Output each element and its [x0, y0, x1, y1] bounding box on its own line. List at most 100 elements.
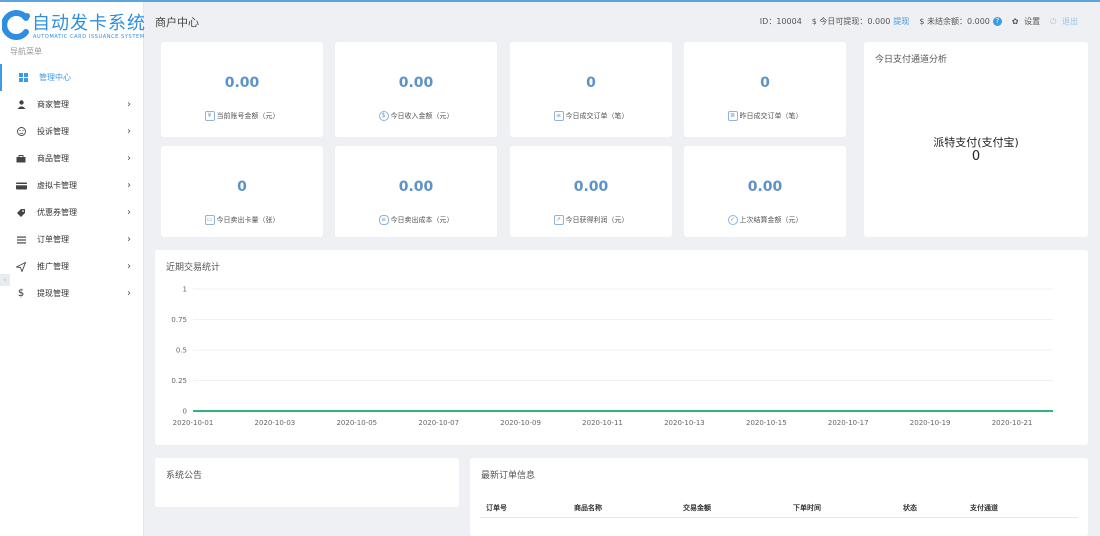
sidebar-nav: 管理中心 商家管理 › 投诉管理 › 商品管理 › 虚拟卡管理 › 优惠券管理 …: [0, 64, 144, 307]
logo-icon: [2, 10, 30, 40]
chevron-right-icon: ›: [127, 153, 131, 164]
payment-channel-card: 今日支付通道分析 派特支付(支付宝) 0: [864, 42, 1088, 237]
sidebar-item-virtual-cards[interactable]: 虚拟卡管理 ›: [0, 172, 144, 199]
sidebar-item-products[interactable]: 商品管理 ›: [0, 145, 144, 172]
stat-card-yesterday-orders: 0 ≣ 昨日成交订单（笔）: [684, 42, 846, 137]
x-tick-label: 2020-10-01: [173, 419, 214, 427]
y-tick-label: 0.25: [171, 377, 187, 385]
sidebar-item-label: 订单管理: [37, 235, 69, 244]
profit-icon: ↗: [553, 215, 564, 225]
sidebar-item-label: 虚拟卡管理: [37, 181, 77, 190]
column-order-time: 下单时间: [793, 504, 821, 512]
stat-card-profit: 0.00 ↗ 今日获得利润（元）: [510, 146, 672, 237]
sidebar-item-label: 推广管理: [37, 262, 69, 271]
stat-label: 当前账号金额（元）: [216, 112, 280, 120]
payment-channel-value: 0: [971, 149, 981, 164]
stat-label: 上次结算金额（元）: [739, 216, 803, 224]
stat-label: 今日卖出卡量（张）: [216, 216, 280, 224]
payment-channel-name: 派特支付(支付宝): [933, 136, 1019, 149]
announcement-title: 系统公告: [166, 471, 203, 481]
y-tick-label: 0.5: [176, 347, 187, 355]
x-tick-label: 2020-10-15: [746, 419, 787, 427]
stat-card-last-settlement: 0.00 ✓ 上次结算金额（元）: [684, 146, 846, 237]
stat-label-row: ≡ 今日成交订单（笔）: [510, 111, 672, 121]
column-order-no: 订单号: [486, 504, 507, 512]
x-tick-label: 2020-10-11: [582, 419, 623, 427]
sidebar-item-label: 商家管理: [37, 100, 69, 109]
latest-orders-card: 最新订单信息 订单号 商品名称 交易金额 下单时间 状态 支付通道: [470, 458, 1088, 536]
stat-card-today-orders: 0 ≡ 今日成交订单（笔）: [510, 42, 672, 137]
stat-card-cost: 0.00 ≡ 今日卖出成本（元）: [335, 146, 497, 237]
withdraw-link[interactable]: 提现: [893, 16, 909, 27]
sidebar-item-merchants[interactable]: 商家管理 ›: [0, 91, 144, 118]
stat-label-row: ≡ 今日卖出成本（元）: [335, 215, 497, 225]
sidebar-item-coupons[interactable]: 优惠券管理 ›: [0, 199, 144, 226]
sidebar-item-withdrawals[interactable]: $ 提现管理 ›: [0, 280, 144, 307]
x-tick-label: 2020-10-07: [418, 419, 459, 427]
chevron-right-icon: ›: [127, 180, 131, 191]
dollar-icon: $: [17, 288, 25, 299]
x-tick-label: 2020-10-13: [664, 419, 705, 427]
column-status: 状态: [903, 504, 917, 512]
x-tick-label: 2020-10-17: [828, 419, 869, 427]
stat-value: 0: [237, 179, 247, 195]
settings-label: 设置: [1024, 17, 1041, 26]
stat-value: 0.00: [747, 179, 783, 195]
y-tick-label: 0.75: [171, 316, 187, 324]
settle-icon: ✓: [727, 215, 738, 225]
y-tick-label: 0: [183, 408, 187, 416]
tag-icon: [15, 207, 27, 219]
stat-label-row: ≣ 昨日成交订单（笔）: [684, 111, 846, 121]
sidebar-item-complaints[interactable]: 投诉管理 ›: [0, 118, 144, 145]
chevron-right-icon: ›: [127, 288, 131, 299]
sidebar-item-orders[interactable]: 订单管理 ›: [0, 226, 144, 253]
settings-link[interactable]: ✿ 设置: [1012, 16, 1040, 27]
logo-title: 自动发卡系统: [32, 13, 146, 34]
page-title: 商户中心: [155, 16, 199, 29]
database-icon: ≡: [378, 215, 389, 225]
stat-label-row: ¥ 当前账号金额（元）: [161, 111, 323, 121]
unsettled-value: 0.000: [966, 17, 990, 26]
orders-table-header: 订单号 商品名称 交易金额 下单时间 状态 支付通道: [480, 500, 1078, 518]
account-summary: ID： 10004 $ 今日可提现： 0.000 提现 $ 未结余额： 0.00…: [757, 16, 1078, 27]
x-tick-label: 2020-10-03: [255, 419, 296, 427]
chevron-right-icon: ›: [127, 99, 131, 110]
stat-card-account-balance: 0.00 ¥ 当前账号金额（元）: [161, 42, 323, 137]
logout-link[interactable]: ⏻ 退出: [1050, 16, 1078, 27]
stat-label: 昨日成交订单（笔）: [739, 112, 803, 120]
chevron-right-icon: ›: [127, 207, 131, 218]
nav-caption: 导航菜单: [10, 47, 42, 56]
column-product-name: 商品名称: [574, 504, 602, 512]
sidebar-item-label: 商品管理: [37, 154, 69, 163]
help-icon[interactable]: ?: [992, 17, 1002, 26]
sidebar-item-promotion[interactable]: 推广管理 ›: [0, 253, 144, 280]
chevron-right-icon: ›: [127, 126, 131, 137]
id-value: 10004: [776, 17, 802, 26]
sidebar-item-dashboard[interactable]: 管理中心: [0, 64, 144, 91]
stat-value: 0.00: [398, 75, 434, 91]
announcement-card: 系统公告: [155, 458, 459, 507]
stat-value: 0.00: [573, 179, 609, 195]
stat-label: 今日卖出成本（元）: [390, 216, 454, 224]
unsettled-label: $ 未结余额：: [919, 17, 967, 26]
stat-label-row: ▭ 今日卖出卡量（张）: [161, 215, 323, 225]
stat-label: 今日获得利润（元）: [565, 216, 629, 224]
chevron-right-icon: ›: [127, 234, 131, 245]
wallet-icon: ¥: [204, 111, 215, 121]
sidebar-collapse-handle[interactable]: ‹: [0, 274, 10, 286]
gear-icon: ✿: [1011, 17, 1019, 26]
header: 商户中心 ID： 10004 $ 今日可提现： 0.000 提现 $ 未结余额：…: [144, 2, 1100, 40]
column-payment-channel: 支付通道: [970, 504, 998, 512]
transaction-chart-card: 近期交易统计 0 0.25 0.5 0.75 1 2020-10-01 2020-10-03…: [155, 250, 1088, 445]
stat-value: 0: [586, 75, 596, 91]
logo-subtitle: AUTOMATIC CARD ISSUANCE SYSTEM: [33, 34, 145, 40]
chevron-right-icon: ›: [127, 261, 131, 272]
column-amount: 交易金额: [683, 504, 711, 512]
stat-label-row: $ 今日收入金额（元）: [335, 111, 497, 121]
withdrawable-label: $ 今日可提现：: [811, 17, 868, 26]
logo[interactable]: 自动发卡系统 AUTOMATIC CARD ISSUANCE SYSTEM: [0, 8, 146, 44]
withdrawable-value: 0.000: [867, 17, 891, 26]
send-icon: [15, 261, 27, 273]
x-tick-label: 2020-10-09: [500, 419, 541, 427]
x-tick-label: 2020-10-05: [336, 419, 377, 427]
